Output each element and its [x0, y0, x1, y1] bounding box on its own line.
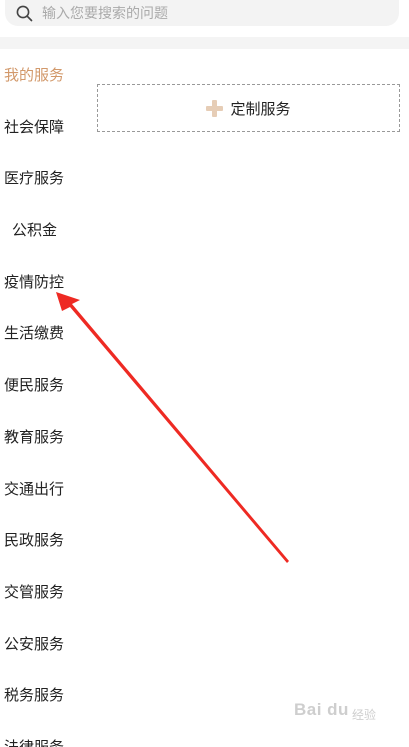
search-placeholder: 输入您要搜索的问题 [42, 5, 168, 21]
category-education[interactable]: 教育服务 [4, 426, 64, 450]
custom-service-button[interactable]: 定制服务 [97, 84, 400, 132]
section-divider [0, 37, 409, 49]
category-traffic-management[interactable]: 交管服务 [4, 581, 64, 605]
search-bar[interactable]: 输入您要搜索的问题 [5, 0, 399, 26]
category-housing-fund[interactable]: 公积金 [12, 219, 57, 243]
category-civil-affairs[interactable]: 民政服务 [4, 529, 64, 553]
category-utilities[interactable]: 生活缴费 [4, 322, 64, 346]
category-transport[interactable]: 交通出行 [4, 478, 64, 502]
category-epidemic[interactable]: 疫情防控 [4, 271, 64, 295]
category-tax[interactable]: 税务服务 [4, 684, 64, 708]
category-social-security[interactable]: 社会保障 [4, 116, 64, 140]
category-medical[interactable]: 医疗服务 [4, 167, 64, 191]
plus-icon [206, 99, 224, 117]
watermark-logo: Bai du [294, 700, 349, 719]
category-legal[interactable]: 法律服务 [4, 736, 64, 747]
search-icon [16, 5, 33, 21]
category-public-security[interactable]: 公安服务 [4, 633, 64, 657]
watermark-sub: 经验 [352, 708, 377, 722]
category-convenience[interactable]: 便民服务 [4, 374, 64, 398]
category-my-services[interactable]: 我的服务 [4, 64, 64, 88]
custom-service-label: 定制服务 [230, 100, 291, 118]
